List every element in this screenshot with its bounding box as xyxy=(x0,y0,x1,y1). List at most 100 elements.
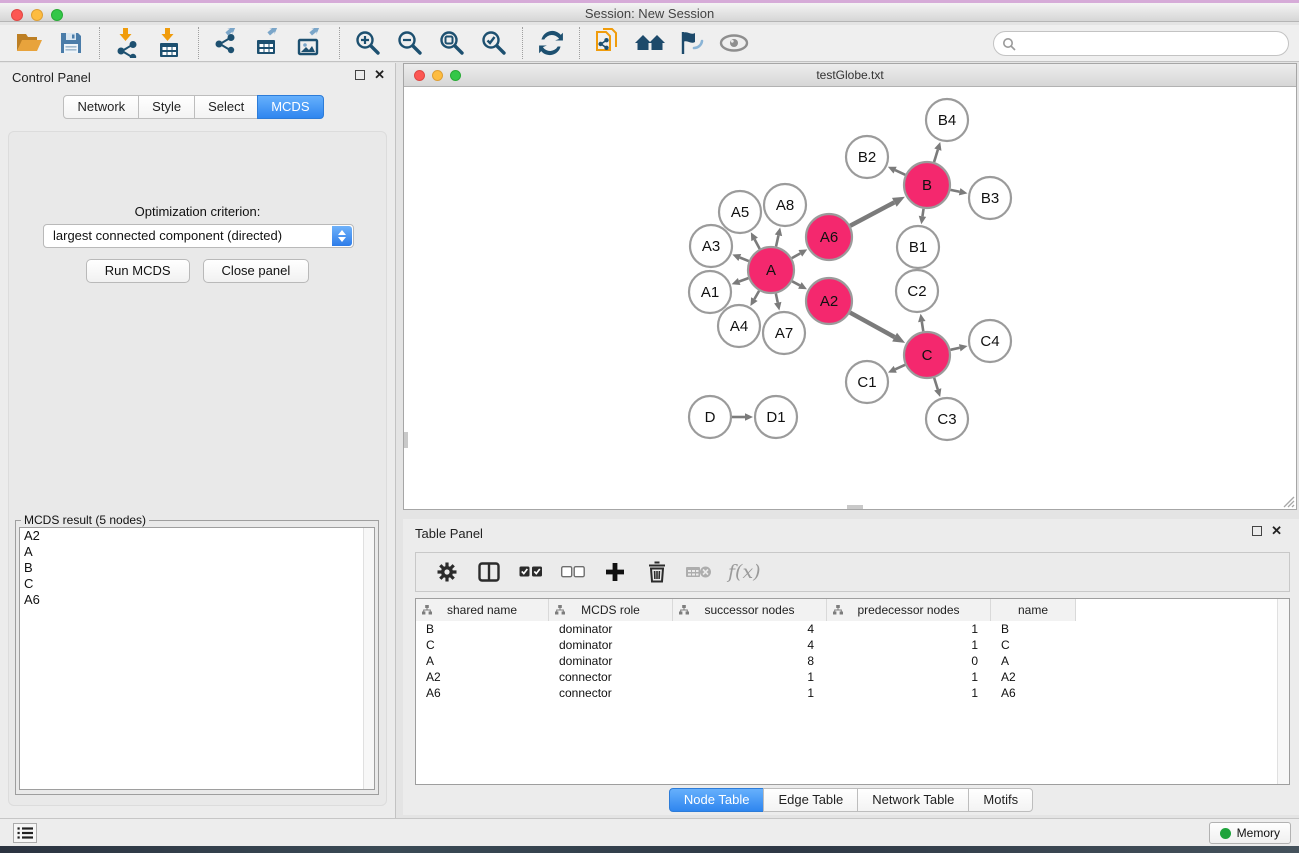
column-header-shared-name[interactable]: shared name xyxy=(416,599,549,621)
graph-node-C2[interactable]: C2 xyxy=(896,270,938,312)
cell-successor-nodes[interactable]: 8 xyxy=(673,653,827,669)
graph-node-C4[interactable]: C4 xyxy=(969,320,1011,362)
show-columns-icon[interactable] xyxy=(474,557,504,587)
clone-network-icon[interactable] xyxy=(592,27,624,59)
tab-edge-table[interactable]: Edge Table xyxy=(763,788,858,812)
graph-node-A2[interactable]: A2 xyxy=(806,278,852,324)
column-header-MCDS-role[interactable]: MCDS role xyxy=(549,599,673,621)
graph-node-D1[interactable]: D1 xyxy=(755,396,797,438)
cell-shared-name[interactable]: C xyxy=(416,637,549,653)
export-table-icon[interactable] xyxy=(253,27,285,59)
tab-motifs[interactable]: Motifs xyxy=(968,788,1033,812)
close-panel-icon[interactable]: ✕ xyxy=(374,70,385,80)
graph-node-B2[interactable]: B2 xyxy=(846,136,888,178)
graph-edge-A6-B[interactable] xyxy=(850,202,894,225)
delete-row-icon[interactable] xyxy=(642,557,672,587)
graph-node-C[interactable]: C xyxy=(904,332,950,378)
cell-predecessor-nodes[interactable]: 0 xyxy=(827,653,991,669)
open-session-icon[interactable] xyxy=(13,27,45,59)
tab-node-table[interactable]: Node Table xyxy=(669,788,765,812)
cell-MCDS-role[interactable]: dominator xyxy=(549,653,673,669)
zoom-selected-icon[interactable] xyxy=(478,27,510,59)
tab-select[interactable]: Select xyxy=(194,95,258,119)
result-item[interactable]: A xyxy=(20,544,374,560)
graph-edge-B-B4[interactable] xyxy=(934,150,938,162)
table-scrollbar[interactable] xyxy=(1277,599,1289,784)
eye-icon[interactable] xyxy=(718,27,750,59)
cell-name[interactable]: A6 xyxy=(991,685,1076,701)
tab-network-table[interactable]: Network Table xyxy=(857,788,969,812)
graph-node-A1[interactable]: A1 xyxy=(689,271,731,313)
cell-shared-name[interactable]: A2 xyxy=(416,669,549,685)
graph-edge-A-A2[interactable] xyxy=(792,281,800,285)
network-window-titlebar[interactable]: testGlobe.txt xyxy=(404,64,1296,87)
graph-edge-C-C2[interactable] xyxy=(922,322,924,332)
select-all-checkboxes-icon[interactable] xyxy=(516,557,546,587)
clear-checkboxes-icon[interactable] xyxy=(558,557,588,587)
graph-node-D[interactable]: D xyxy=(689,396,731,438)
graph-node-A3[interactable]: A3 xyxy=(690,225,732,267)
table-row[interactable]: A2connector11A2 xyxy=(416,669,1277,685)
graph-edge-C-C1[interactable] xyxy=(895,365,905,369)
graph-node-C3[interactable]: C3 xyxy=(926,398,968,440)
delete-table-icon[interactable] xyxy=(684,557,714,587)
table-row[interactable]: A6connector11A6 xyxy=(416,685,1277,701)
result-list-scrollbar[interactable] xyxy=(363,528,374,789)
cell-successor-nodes[interactable]: 4 xyxy=(673,621,827,637)
refresh-icon[interactable] xyxy=(535,27,567,59)
result-item[interactable]: A6 xyxy=(20,592,374,608)
cell-MCDS-role[interactable]: connector xyxy=(549,669,673,685)
cell-shared-name[interactable]: A xyxy=(416,653,549,669)
result-item[interactable]: B xyxy=(20,560,374,576)
memory-button[interactable]: Memory xyxy=(1209,822,1291,844)
save-session-icon[interactable] xyxy=(55,27,87,59)
cell-name[interactable]: C xyxy=(991,637,1076,653)
tab-mcds[interactable]: MCDS xyxy=(257,95,323,119)
export-image-icon[interactable] xyxy=(295,27,327,59)
show-graphics-details-icon[interactable] xyxy=(676,27,708,59)
mcds-result-list[interactable]: A2ABCA6 xyxy=(19,527,375,790)
optimization-criterion-select[interactable]: largest connected component (directed) xyxy=(43,224,354,248)
graph-node-B[interactable]: B xyxy=(904,162,950,208)
run-mcds-button[interactable]: Run MCDS xyxy=(86,259,190,283)
zoom-fit-icon[interactable] xyxy=(436,27,468,59)
task-history-button[interactable] xyxy=(13,823,37,843)
import-network-icon[interactable] xyxy=(112,27,144,59)
table-settings-icon[interactable] xyxy=(432,557,462,587)
zoom-in-icon[interactable] xyxy=(352,27,384,59)
graph-edge-A-A4[interactable] xyxy=(754,291,759,299)
close-panel-button[interactable]: Close panel xyxy=(203,259,310,283)
graph-node-A7[interactable]: A7 xyxy=(763,312,805,354)
cell-MCDS-role[interactable]: dominator xyxy=(549,621,673,637)
graph-node-B3[interactable]: B3 xyxy=(969,177,1011,219)
horizontal-scrollbar[interactable] xyxy=(847,505,863,509)
network-graph[interactable]: B4B2BB3A5A8A6B1A3AC2A1A2A4A7C4CC1C3DD1 xyxy=(404,87,1296,509)
graph-node-C1[interactable]: C1 xyxy=(846,361,888,403)
cell-shared-name[interactable]: B xyxy=(416,621,549,637)
home-layout-icon[interactable] xyxy=(634,27,666,59)
float-table-panel-icon[interactable] xyxy=(1252,526,1262,536)
graph-edge-A-A1[interactable] xyxy=(739,278,748,281)
search-input[interactable] xyxy=(1016,37,1288,51)
close-table-panel-icon[interactable]: ✕ xyxy=(1271,526,1282,536)
cell-name[interactable]: B xyxy=(991,621,1076,637)
cell-shared-name[interactable]: A6 xyxy=(416,685,549,701)
graph-node-A5[interactable]: A5 xyxy=(719,191,761,233)
table-row[interactable]: Cdominator41C xyxy=(416,637,1277,653)
graph-edge-A-A5[interactable] xyxy=(755,239,760,248)
cell-successor-nodes[interactable]: 4 xyxy=(673,637,827,653)
graph-node-B4[interactable]: B4 xyxy=(926,99,968,141)
cell-predecessor-nodes[interactable]: 1 xyxy=(827,637,991,653)
graph-edge-C-C3[interactable] xyxy=(934,378,938,390)
graph-edge-A-A8[interactable] xyxy=(776,235,778,246)
cell-name[interactable]: A2 xyxy=(991,669,1076,685)
column-header-name[interactable]: name xyxy=(991,599,1076,621)
cell-MCDS-role[interactable]: connector xyxy=(549,685,673,701)
search-field[interactable] xyxy=(993,31,1289,56)
graph-node-A8[interactable]: A8 xyxy=(764,184,806,226)
cell-MCDS-role[interactable]: dominator xyxy=(549,637,673,653)
cell-successor-nodes[interactable]: 1 xyxy=(673,685,827,701)
function-builder-icon[interactable]: f(x) xyxy=(728,561,761,583)
add-row-icon[interactable] xyxy=(600,557,630,587)
resize-grip-icon[interactable] xyxy=(1282,495,1295,508)
